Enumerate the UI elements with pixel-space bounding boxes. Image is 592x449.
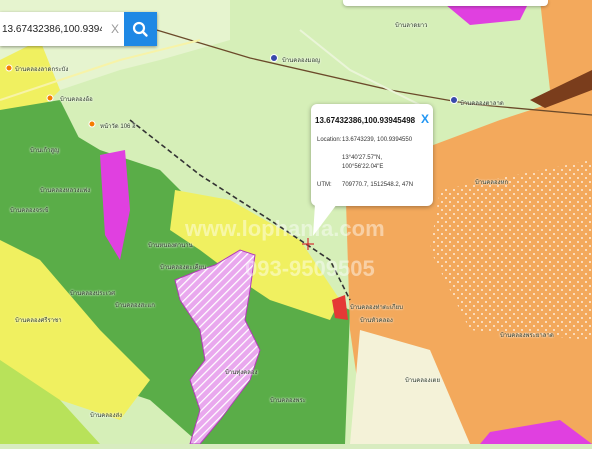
place-label: บ้านคลองหลวงแพ่ง xyxy=(40,188,91,194)
location-value: 13.6743239, 100.9394550 xyxy=(342,137,413,143)
place-label: บ้านคลองอ้อ xyxy=(60,97,93,103)
location-label: Location: xyxy=(317,137,342,143)
popup-title: 13.67432386,100.93945498 xyxy=(315,116,416,125)
place-label: บ้านคลองพระ xyxy=(270,398,306,404)
place-label: บ้านเก้าสูญ xyxy=(30,148,60,154)
place-label: บ้านคลองจรเข้ xyxy=(10,208,49,214)
utm-value: 709770.7, 1512548.2, 47N xyxy=(342,182,414,188)
place-label: บ้านคลองหก xyxy=(475,180,509,186)
search-bar: X xyxy=(0,12,157,46)
station-marker xyxy=(270,54,278,62)
popup-pointer xyxy=(313,204,337,236)
place-label: บ้านคลองพระยาลาด xyxy=(500,333,554,339)
place-label: บ้านหัวคลอง xyxy=(360,318,393,324)
place-label: หน้าวัด 106 ฮี xyxy=(100,124,136,130)
place-label: บ้านคลองลาดกระบัง xyxy=(15,67,69,73)
dms-longitude: 100°56'22.04"E xyxy=(342,164,384,170)
station-marker xyxy=(450,96,458,104)
place-label: บ้านคลองศรีราชา xyxy=(15,318,62,324)
poi-marker xyxy=(46,94,54,102)
search-icon xyxy=(132,21,148,37)
place-label: บ้านคลองเตย xyxy=(405,378,440,384)
search-button[interactable] xyxy=(124,12,157,46)
place-label: บ้านคลองสะแก xyxy=(115,303,155,309)
watermark-url: www.lophanfa.com xyxy=(185,216,385,241)
popup-close-button[interactable]: X xyxy=(421,112,429,126)
watermark-phone: 093-9509505 xyxy=(245,256,375,281)
dms-latitude: 13°40'27.57"N, xyxy=(342,155,383,161)
place-label: บ้านคลองมอญ xyxy=(282,58,321,64)
coordinate-search-input[interactable] xyxy=(0,12,102,46)
place-label: บ้านลาดยาว xyxy=(395,23,428,29)
poi-marker xyxy=(88,120,96,128)
place-label: บ้านหนองตานาน xyxy=(148,243,193,249)
poi-marker xyxy=(5,64,13,72)
place-label: บ้านคลองส่ง xyxy=(90,413,123,419)
clear-search-button[interactable]: X xyxy=(107,12,123,46)
place-label: บ้านทุ่งคลอง xyxy=(225,370,258,376)
place-label: บ้านคลองท่าตะเกียบ xyxy=(350,305,403,311)
coordinate-popup: 13.67432386,100.93945498 X Location: 13.… xyxy=(311,104,433,206)
place-label: บ้านคลองตาลาด xyxy=(460,101,504,107)
top-toolbar[interactable] xyxy=(343,0,548,6)
place-label: บ้านคลองประเวศ xyxy=(70,291,115,297)
utm-label: UTM: xyxy=(317,182,332,188)
place-label: บ้านคลองตะเคียน xyxy=(160,265,207,271)
